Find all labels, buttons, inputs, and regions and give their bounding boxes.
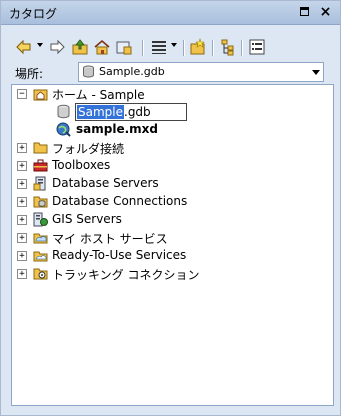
tree-node-label: GIS Servers	[52, 212, 122, 226]
rename-extension-text: .gdb	[124, 105, 151, 119]
title-bar[interactable]: カタログ ×	[1, 1, 340, 25]
expand-icon[interactable]: +	[17, 269, 27, 279]
home-folder-icon	[33, 86, 48, 101]
expand-icon[interactable]: +	[17, 251, 27, 261]
window-title: カタログ	[9, 7, 58, 21]
tracking-connections-icon	[33, 266, 48, 281]
geodatabase-icon	[56, 104, 71, 119]
close-icon[interactable]: ×	[319, 5, 332, 19]
properties-icon[interactable]	[248, 38, 266, 56]
toolbar-separator	[212, 40, 214, 56]
tree-node-label: マイ ホスト サービス	[52, 232, 168, 246]
expand-icon[interactable]: +	[17, 161, 27, 171]
database-connections-icon	[33, 194, 48, 209]
tree-node-label: Ready-To-Use Services	[52, 248, 187, 262]
hosted-services-icon	[33, 230, 48, 245]
tree-node-label: sample.mxd	[76, 122, 158, 136]
collapse-icon[interactable]: −	[17, 89, 27, 99]
up-folder-icon[interactable]	[71, 38, 89, 56]
rename-selected-text: Sample	[77, 105, 124, 119]
tree-node-label: フォルダ接続	[52, 142, 125, 156]
back-arrow-icon[interactable]	[15, 38, 33, 56]
expand-icon[interactable]: +	[17, 215, 27, 225]
database-server-icon	[33, 176, 48, 191]
tree-node-geodatabase[interactable]: Sample .gdb	[12, 103, 333, 121]
auto-hide-pin-icon[interactable]	[299, 6, 312, 19]
location-combobox[interactable]: Sample.gdb	[78, 62, 324, 82]
folder-icon	[33, 140, 48, 155]
ready-to-use-services-icon	[33, 248, 48, 263]
chevron-down-icon[interactable]	[312, 70, 320, 75]
back-dropdown-icon[interactable]	[37, 43, 43, 47]
toolbar-separator	[241, 40, 243, 56]
toolbar-separator	[183, 40, 185, 56]
tree-node-folder-connections[interactable]: + フォルダ接続	[12, 139, 333, 157]
tree-node-label: Database Connections	[52, 194, 188, 208]
tree-node-label: ホーム - Sample	[52, 88, 145, 102]
toolbar-separator	[142, 40, 144, 56]
new-item-icon[interactable]	[189, 38, 207, 56]
expand-icon[interactable]: +	[17, 233, 27, 243]
location-value: Sample.gdb	[99, 65, 165, 78]
catalog-toolbar	[1, 34, 340, 62]
tree-node-gis-servers[interactable]: + GIS Servers	[12, 211, 333, 229]
tree-node-tracking-connections[interactable]: + トラッキング コネクション	[12, 265, 333, 283]
expand-icon[interactable]: +	[17, 179, 27, 189]
catalog-tree[interactable]: − ホーム - Sample Sample .gdb sample.mxd +	[11, 84, 334, 406]
catalog-window: カタログ × 場所: Sample.gdb − ホーム - Sample Sam…	[0, 0, 341, 416]
rename-input[interactable]: Sample .gdb	[75, 103, 187, 121]
forward-arrow-icon[interactable]	[48, 38, 66, 56]
tree-node-label: トラッキング コネクション	[52, 268, 200, 282]
home-icon[interactable]	[93, 38, 111, 56]
expand-icon[interactable]: +	[17, 197, 27, 207]
location-bar: 場所: Sample.gdb	[1, 62, 340, 84]
tree-node-ready-to-use-services[interactable]: + Ready-To-Use Services	[12, 247, 333, 265]
toolbox-icon	[33, 158, 48, 173]
connect-folder-icon[interactable]	[115, 38, 133, 56]
tree-node-map-document[interactable]: sample.mxd	[12, 121, 333, 139]
view-dropdown-icon[interactable]	[171, 43, 177, 47]
expand-icon[interactable]: +	[17, 143, 27, 153]
location-label: 場所:	[15, 67, 44, 81]
view-options-icon[interactable]	[150, 38, 168, 56]
tree-node-label: Database Servers	[52, 176, 159, 190]
tree-node-toolboxes[interactable]: + Toolboxes	[12, 157, 333, 175]
map-document-icon	[56, 122, 71, 137]
tree-node-label: Toolboxes	[52, 158, 111, 172]
tree-node-database-servers[interactable]: + Database Servers	[12, 175, 333, 193]
tree-node-home[interactable]: − ホーム - Sample	[12, 85, 333, 103]
gis-server-icon	[33, 212, 48, 227]
geodatabase-icon	[82, 65, 95, 78]
tree-node-my-hosted-services[interactable]: + マイ ホスト サービス	[12, 229, 333, 247]
tree-node-database-connections[interactable]: + Database Connections	[12, 193, 333, 211]
tree-view-icon[interactable]	[219, 38, 237, 56]
